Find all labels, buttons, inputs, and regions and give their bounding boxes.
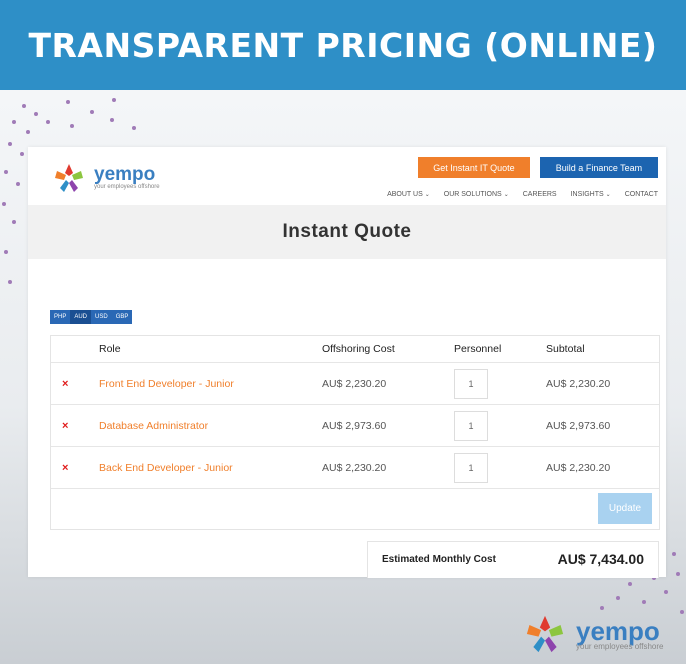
header-subtotal: Subtotal (546, 343, 585, 355)
table-row: × Database Administrator AU$ 2,973.60 1 … (51, 405, 659, 447)
chevron-down-icon: ⌄ (503, 192, 509, 198)
total-label: Estimated Monthly Cost (382, 554, 496, 565)
estimated-total-box: Estimated Monthly Cost AU$ 7,434.00 (367, 541, 659, 578)
offshoring-cost: AU$ 2,230.20 (322, 461, 387, 474)
personnel-input[interactable]: 1 (454, 452, 488, 483)
remove-icon[interactable]: × (62, 405, 68, 446)
currency-gbp[interactable]: GBP (112, 310, 133, 324)
build-finance-team-button[interactable]: Build a Finance Team (540, 157, 658, 178)
role-name[interactable]: Database Administrator (99, 405, 208, 446)
remove-icon[interactable]: × (62, 363, 68, 404)
header-role: Role (99, 343, 121, 355)
role-name[interactable]: Front End Developer - Junior (99, 363, 234, 404)
chevron-down-icon: ⌄ (424, 192, 430, 198)
header-personnel: Personnel (454, 343, 502, 355)
currency-usd[interactable]: USD (91, 310, 112, 324)
brand-name: yempo (94, 163, 156, 185)
offshoring-cost: AU$ 2,230.20 (322, 377, 387, 390)
subtotal: AU$ 2,973.60 (546, 419, 611, 432)
brand-flower-icon (55, 164, 83, 192)
subtotal: AU$ 2,230.20 (546, 377, 611, 390)
brand-flower-icon (526, 615, 564, 653)
brand-tagline: your employees offshore (576, 641, 664, 651)
update-button[interactable]: Update (598, 493, 652, 524)
banner: TRANSPARENT PRICING (ONLINE) (0, 0, 686, 90)
banner-title: TRANSPARENT PRICING (ONLINE) (28, 25, 658, 65)
header-offshoring-cost: Offshoring Cost (322, 343, 395, 355)
subtotal: AU$ 2,230.20 (546, 461, 611, 474)
footer-logo: yempo your employees offshore (520, 612, 663, 656)
personnel-input[interactable]: 1 (454, 410, 488, 441)
header-logo[interactable]: yempo your employees offshore (50, 161, 160, 195)
nav-contact[interactable]: CONTACT (625, 191, 658, 198)
table-row: × Back End Developer - Junior AU$ 2,230.… (51, 447, 659, 489)
quote-table: Role Offshoring Cost Personnel Subtotal … (50, 335, 660, 530)
table-row: × Front End Developer - Junior AU$ 2,230… (51, 363, 659, 405)
brand-tagline: your employees offshore (94, 183, 160, 190)
personnel-input[interactable]: 1 (454, 368, 488, 399)
nav-about-us[interactable]: ABOUT US ⌄ (387, 191, 430, 198)
currency-php[interactable]: PHP (50, 310, 70, 324)
currency-aud[interactable]: AUD (70, 310, 92, 324)
nav-our-solutions[interactable]: OUR SOLUTIONS ⌄ (444, 191, 509, 198)
currency-selector: PHP AUD USD GBP (50, 310, 133, 324)
main-nav: ABOUT US ⌄ OUR SOLUTIONS ⌄ CAREERS INSIGHT… (387, 191, 658, 198)
total-value: AU$ 7,434.00 (557, 551, 644, 567)
nav-insights[interactable]: INSIGHTS ⌄ (571, 191, 611, 198)
get-instant-quote-button[interactable]: Get Instant IT Quote (418, 157, 530, 178)
offshoring-cost: AU$ 2,973.60 (322, 419, 387, 432)
quote-page-card: yempo your employees offshore Get Instan… (28, 147, 666, 578)
remove-icon[interactable]: × (62, 447, 68, 488)
brand-name: yempo (576, 615, 660, 646)
nav-careers[interactable]: CAREERS (523, 191, 557, 198)
page-title-band: Instant Quote (28, 205, 666, 259)
role-name[interactable]: Back End Developer - Junior (99, 447, 233, 488)
chevron-down-icon: ⌄ (605, 192, 611, 198)
table-header-row: Role Offshoring Cost Personnel Subtotal (51, 336, 659, 363)
table-action-row: Update (51, 489, 659, 529)
page-title: Instant Quote (282, 221, 412, 242)
